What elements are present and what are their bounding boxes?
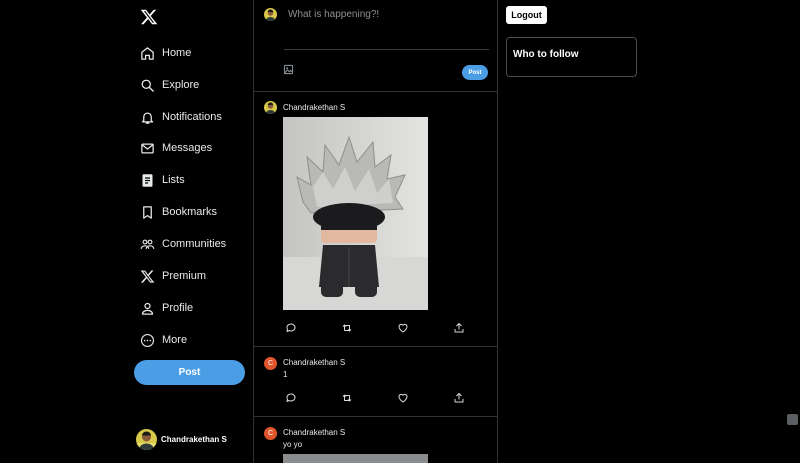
sidebar-item-label: Notifications [162,111,222,123]
sidebar-item-label: Profile [162,302,194,314]
search-icon [138,76,156,94]
sidebar-item-messages[interactable]: Messages [138,134,212,162]
account-switcher[interactable]: Chandrakethan S [136,429,227,450]
people-icon [138,235,156,253]
reply-icon[interactable] [285,322,297,334]
feed: Post Chandrakethan S [253,0,498,463]
post-button[interactable]: Post [134,360,245,385]
sidebar-item-label: Premium [162,270,207,282]
tweet-actions [285,392,465,404]
sidebar-item-more[interactable]: More [138,326,187,354]
share-icon[interactable] [453,322,465,334]
sidebar-item-label: Home [162,47,192,59]
heart-icon[interactable] [397,392,409,404]
x-logo-icon [138,267,156,285]
avatar [136,429,157,450]
bell-icon [138,108,156,126]
tweet-author[interactable]: Chandrakethan S [283,428,345,437]
list-icon [138,171,156,189]
share-icon[interactable] [453,392,465,404]
sidebar-item-label: Explore [162,79,200,91]
compose-box: Post [254,0,498,92]
more-circle-icon [138,331,156,349]
tweet-text: yo yo [283,440,303,449]
sidebar-item-lists[interactable]: Lists [138,166,185,194]
sidebar-item-label: Lists [162,174,185,186]
account-name: Chandrakethan S [161,435,227,444]
sidebar-item-notifications[interactable]: Notifications [138,103,222,131]
image-icon[interactable] [283,64,294,75]
sidebar-item-label: More [162,334,188,346]
compose-input[interactable] [284,6,489,50]
tweet[interactable]: Chandrakethan S [254,92,498,347]
sidebar-item-label: Communities [162,238,227,250]
envelope-icon [138,139,156,157]
tweet[interactable]: C Chandrakethan S 1 [254,347,498,417]
avatar: C [264,427,277,440]
who-to-follow-panel: Who to follow [506,37,637,77]
logout-button[interactable]: Logout [506,6,547,24]
sidebar-item-explore[interactable]: Explore [138,71,199,99]
retweet-icon[interactable] [341,392,353,404]
sidebar-item-premium[interactable]: Premium [138,262,206,290]
tweet-image[interactable] [283,117,428,310]
retweet-icon[interactable] [341,322,353,334]
reply-icon[interactable] [285,392,297,404]
tweet-author[interactable]: Chandrakethan S [283,103,345,112]
sidebar-item-label: Messages [162,142,213,154]
scroll-corner-icon[interactable] [787,414,798,425]
panel-title: Who to follow [513,49,579,60]
sidebar-item-label: Bookmarks [162,206,218,218]
home-icon [138,44,156,62]
sidebar-item-communities[interactable]: Communities [138,230,226,258]
heart-icon[interactable] [397,322,409,334]
tweet-actions [285,322,465,334]
bookmark-icon [138,203,156,221]
sidebar-item-profile[interactable]: Profile [138,294,193,322]
sidebar: Home Explore Notifications Messages List [0,0,254,463]
sidebar-item-bookmarks[interactable]: Bookmarks [138,198,217,226]
sidebar-item-home[interactable]: Home [138,39,191,67]
tweet-author[interactable]: Chandrakethan S [283,358,345,367]
compose-post-button[interactable]: Post [462,65,488,80]
avatar [264,8,277,21]
avatar: C [264,357,277,370]
x-logo-icon[interactable] [140,8,158,26]
tweet-image[interactable] [283,454,428,463]
tweet-text: 1 [283,370,288,379]
tweet[interactable]: C Chandrakethan S yo yo [254,417,498,463]
person-icon [138,299,156,317]
avatar [264,101,277,114]
app-root: Home Explore Notifications Messages List [0,0,800,463]
